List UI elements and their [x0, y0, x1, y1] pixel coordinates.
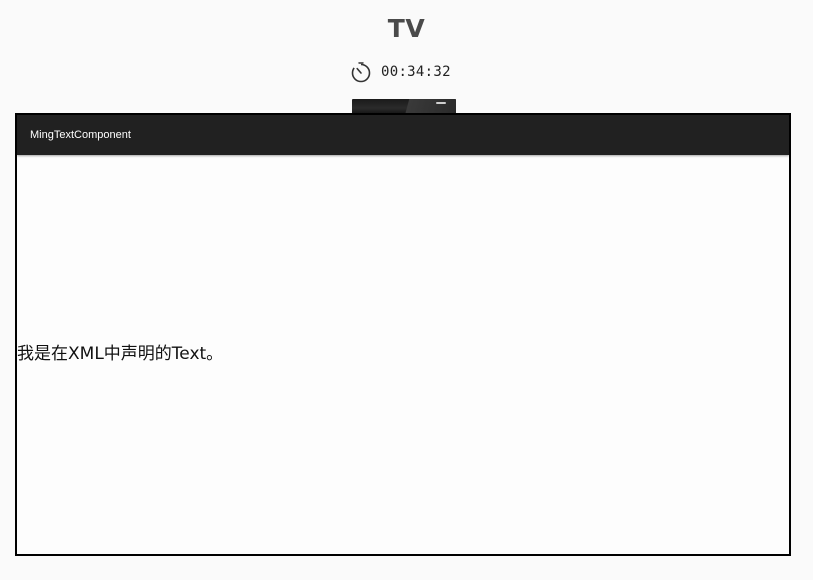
xml-text-view: 我是在XML中声明的Text。 [17, 344, 224, 364]
stopwatch-icon [350, 61, 372, 83]
tv-screen[interactable]: MingTextComponent 我是在XML中声明的Text。 [15, 113, 791, 556]
app-toolbar: MingTextComponent [17, 115, 789, 155]
emulator-stage: TV 00:34:32 MingTextComponent 我是在XML中声明的… [0, 0, 813, 580]
tv-top-bezel [352, 99, 456, 114]
device-title: TV [387, 14, 426, 43]
elapsed-time: 00:34:32 [381, 64, 451, 80]
activity-content: 我是在XML中声明的Text。 [17, 155, 789, 554]
power-led-icon [436, 102, 446, 104]
session-timer: 00:34:32 [350, 61, 451, 83]
toolbar-title: MingTextComponent [30, 129, 131, 141]
bezel-highlight [402, 99, 456, 114]
